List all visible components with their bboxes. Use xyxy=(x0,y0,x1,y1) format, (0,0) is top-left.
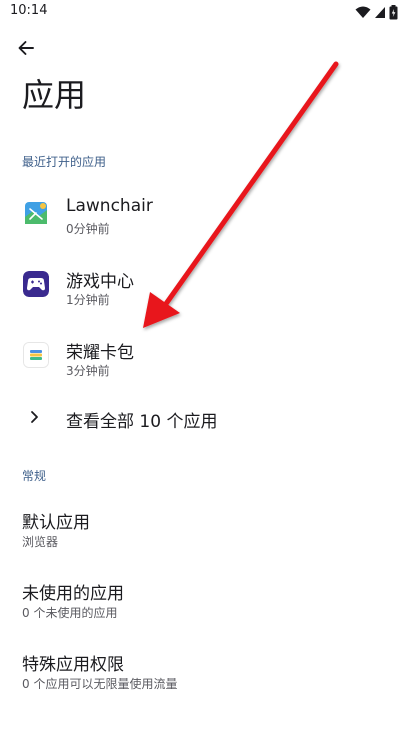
see-all-apps-label: 查看全部 10 个应用 xyxy=(66,412,218,432)
status-icons xyxy=(355,4,398,20)
back-button[interactable] xyxy=(12,34,40,62)
page-title: 应用 xyxy=(22,76,87,114)
app-name: 荣耀卡包 xyxy=(66,343,134,363)
app-name: 游戏中心 xyxy=(66,272,134,292)
honor-wallet-icon xyxy=(23,342,49,368)
setting-subtitle: 浏览器 xyxy=(22,535,59,549)
game-center-icon xyxy=(23,271,49,297)
chevron-right-icon xyxy=(31,411,38,423)
setting-title: 默认应用 xyxy=(22,513,90,533)
app-row-honor-wallet[interactable]: 荣耀卡包 3分钟前 xyxy=(0,320,410,390)
app-last-used: 1分钟前 xyxy=(66,293,110,307)
recent-apps-header: 最近打开的应用 xyxy=(22,155,107,169)
lawnchair-icon xyxy=(23,200,49,226)
app-last-used: 3分钟前 xyxy=(66,364,110,378)
setting-title: 未使用的应用 xyxy=(22,584,124,604)
app-name: Lawnchair xyxy=(66,196,153,216)
special-app-access-item[interactable]: 特殊应用权限 0 个应用可以无限量使用流量 xyxy=(0,650,410,714)
status-time: 10:14 xyxy=(10,3,48,18)
app-row-game-center[interactable]: 游戏中心 1分钟前 xyxy=(0,249,410,319)
setting-subtitle: 0 个未使用的应用 xyxy=(22,606,118,620)
wifi-icon xyxy=(355,6,371,18)
arrow-back-icon xyxy=(18,41,34,55)
default-apps-item[interactable]: 默认应用 浏览器 xyxy=(0,508,410,572)
signal-icon xyxy=(375,6,385,18)
app-last-used: 0分钟前 xyxy=(66,222,110,236)
setting-subtitle: 0 个应用可以无限量使用流量 xyxy=(22,677,178,691)
general-header: 常规 xyxy=(22,469,47,483)
unused-apps-item[interactable]: 未使用的应用 0 个未使用的应用 xyxy=(0,579,410,643)
status-bar: 10:14 xyxy=(0,0,410,26)
app-row-lawnchair[interactable]: Lawnchair 0分钟前 xyxy=(0,178,410,248)
battery-icon xyxy=(389,4,398,19)
see-all-apps-button[interactable]: 查看全部 10 个应用 xyxy=(0,398,410,440)
setting-title: 特殊应用权限 xyxy=(22,655,124,675)
